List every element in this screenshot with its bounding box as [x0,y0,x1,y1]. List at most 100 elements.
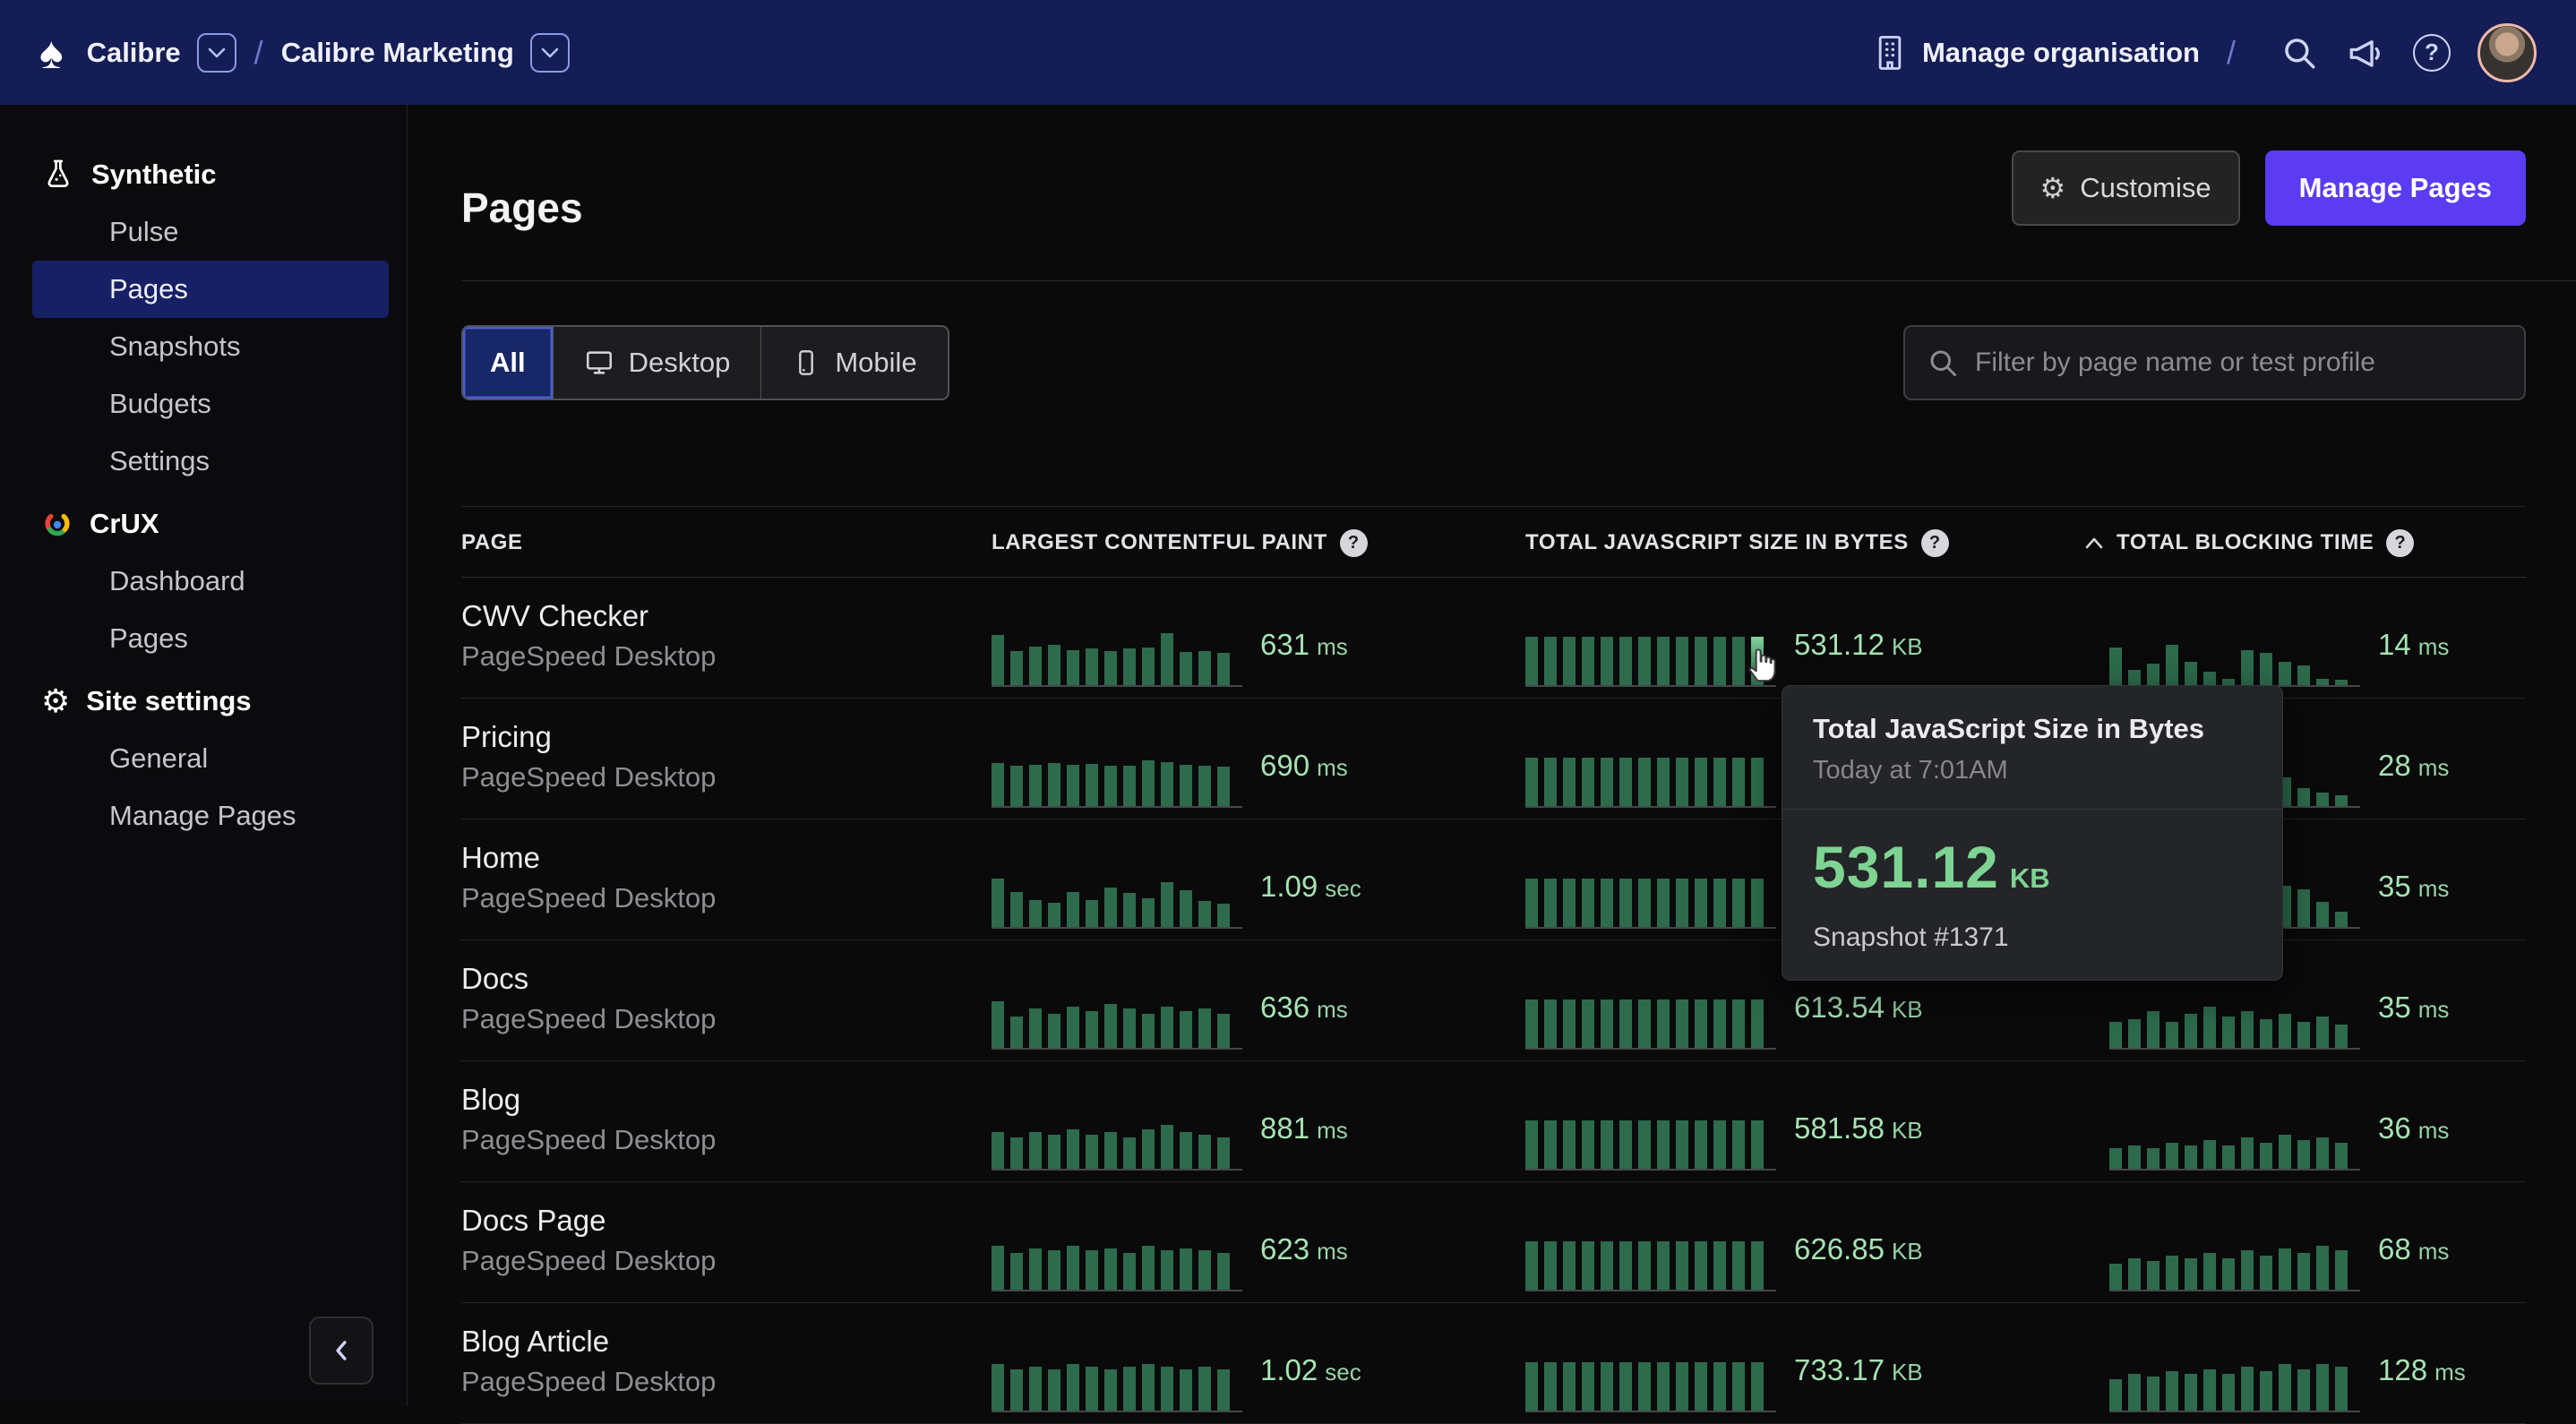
sidebar-collapse-button[interactable] [309,1317,374,1385]
spark-bar[interactable] [1582,1241,1594,1290]
spark-bar[interactable] [1619,1120,1632,1169]
spark-bar[interactable] [1180,1248,1192,1290]
spark-bar[interactable] [1067,1246,1079,1290]
spark-bar[interactable] [2316,1137,2329,1169]
column-header-js-size[interactable]: TOTAL JAVASCRIPT SIZE IN BYTES ? [1525,507,1949,579]
spark-bar[interactable] [1067,892,1079,927]
site-switcher-button[interactable] [530,33,570,73]
column-header-page[interactable]: PAGE [461,507,523,579]
spark-bar[interactable] [1582,1120,1594,1169]
spark-bar[interactable] [1544,637,1557,685]
tbt-sparkline[interactable] [2109,1117,2360,1171]
spark-bar[interactable] [1544,1120,1557,1169]
lcp-sparkline[interactable] [992,754,1242,808]
spark-bar[interactable] [1029,1132,1042,1169]
js-sparkline[interactable] [1525,633,1776,687]
spark-bar[interactable] [2279,1014,2291,1048]
spark-bar[interactable] [2203,1253,2216,1290]
spark-bar[interactable] [1619,879,1632,927]
spark-bar[interactable] [1010,1017,1023,1048]
spark-bar[interactable] [2222,1145,2235,1169]
spark-bar[interactable] [1123,1137,1136,1169]
tbt-sparkline[interactable] [2109,996,2360,1050]
spark-bar[interactable] [1048,645,1060,685]
spark-bar[interactable] [1525,1241,1538,1290]
spark-bar[interactable] [2109,648,2122,685]
spark-bar[interactable] [1544,1362,1557,1411]
lcp-sparkline[interactable] [992,875,1242,929]
spark-bar[interactable] [2128,670,2141,685]
spark-bar[interactable] [992,879,1004,927]
spark-bar[interactable] [1563,758,1576,806]
page-name[interactable]: Blog Article [461,1325,609,1359]
spark-bar[interactable] [1180,890,1192,927]
spark-bar[interactable] [1657,758,1670,806]
spark-bar[interactable] [1657,1241,1670,1290]
spark-bar[interactable] [1029,1367,1042,1411]
spark-bar[interactable] [2335,1143,2348,1169]
spark-bar[interactable] [1180,1369,1192,1411]
spark-bar[interactable] [2128,1145,2141,1169]
spark-bar[interactable] [1048,1135,1060,1169]
spark-bar[interactable] [1638,758,1651,806]
spark-bar[interactable] [1676,999,1688,1048]
spark-bar[interactable] [1142,760,1155,806]
spark-bar[interactable] [1104,1132,1117,1169]
spark-bar[interactable] [1029,900,1042,927]
spark-bar[interactable] [1695,879,1707,927]
sidebar-item-settings[interactable]: Settings [32,433,389,490]
sidebar-item-pages[interactable]: Pages [32,261,389,318]
spark-bar[interactable] [1086,1250,1098,1290]
spark-bar[interactable] [1601,999,1613,1048]
spark-bar[interactable] [1619,758,1632,806]
spark-bar[interactable] [2203,672,2216,685]
spark-bar[interactable] [2316,1364,2329,1411]
spark-bar[interactable] [1638,999,1651,1048]
page-name[interactable]: Docs Page [461,1204,605,1238]
spark-bar[interactable] [2166,1022,2178,1048]
spark-bar[interactable] [1180,765,1192,806]
table-row[interactable]: Docs Page PageSpeed Desktop 623ms 626.85… [461,1182,2526,1303]
spark-bar[interactable] [1217,653,1230,685]
tbt-sparkline[interactable] [2109,633,2360,687]
spark-bar[interactable] [1713,637,1726,685]
spark-bar[interactable] [2297,889,2310,927]
spark-bar[interactable] [1217,1014,1230,1048]
spark-bar[interactable] [1563,1362,1576,1411]
spark-bar[interactable] [1544,999,1557,1048]
spark-bar[interactable] [2203,1140,2216,1169]
spark-bar[interactable] [1751,879,1764,927]
sidebar-item-manage-pages[interactable]: Manage Pages [32,787,389,845]
help-icon[interactable]: ? [1921,529,1949,557]
spark-bar[interactable] [2335,912,2348,927]
spark-bar[interactable] [1029,647,1042,685]
spark-bar[interactable] [1086,648,1098,685]
spark-bar[interactable] [2241,1367,2254,1411]
spark-bar[interactable] [2241,1011,2254,1048]
spark-bar[interactable] [1751,1241,1764,1290]
spark-bar[interactable] [1676,879,1688,927]
spark-bar[interactable] [1657,1120,1670,1169]
spark-bar[interactable] [1086,1011,1098,1048]
spark-bar[interactable] [2109,1148,2122,1169]
spark-bar[interactable] [1029,765,1042,806]
customise-button[interactable]: ⚙ Customise [2012,150,2240,226]
spark-bar[interactable] [1067,1129,1079,1169]
search-icon[interactable] [2280,34,2318,72]
tab-desktop[interactable]: Desktop [554,327,762,399]
spark-bar[interactable] [2128,1019,2141,1048]
spark-bar[interactable] [1161,762,1173,806]
site-name[interactable]: Calibre Marketing [281,37,514,69]
sidebar-section-site-settings[interactable]: ⚙ Site settings [0,673,407,730]
spark-bar[interactable] [1676,1120,1688,1169]
spark-bar[interactable] [1010,651,1023,685]
spark-bar[interactable] [1638,879,1651,927]
spark-bar[interactable] [1010,1369,1023,1411]
spark-bar[interactable] [1563,999,1576,1048]
sidebar-item-snapshots[interactable]: Snapshots [32,318,389,375]
table-row[interactable]: CWV Checker PageSpeed Desktop 631ms 531.… [461,578,2526,699]
spark-bar[interactable] [1029,1008,1042,1048]
spark-bar[interactable] [1048,1014,1060,1048]
spark-bar[interactable] [1029,1248,1042,1290]
spark-bar[interactable] [1657,999,1670,1048]
